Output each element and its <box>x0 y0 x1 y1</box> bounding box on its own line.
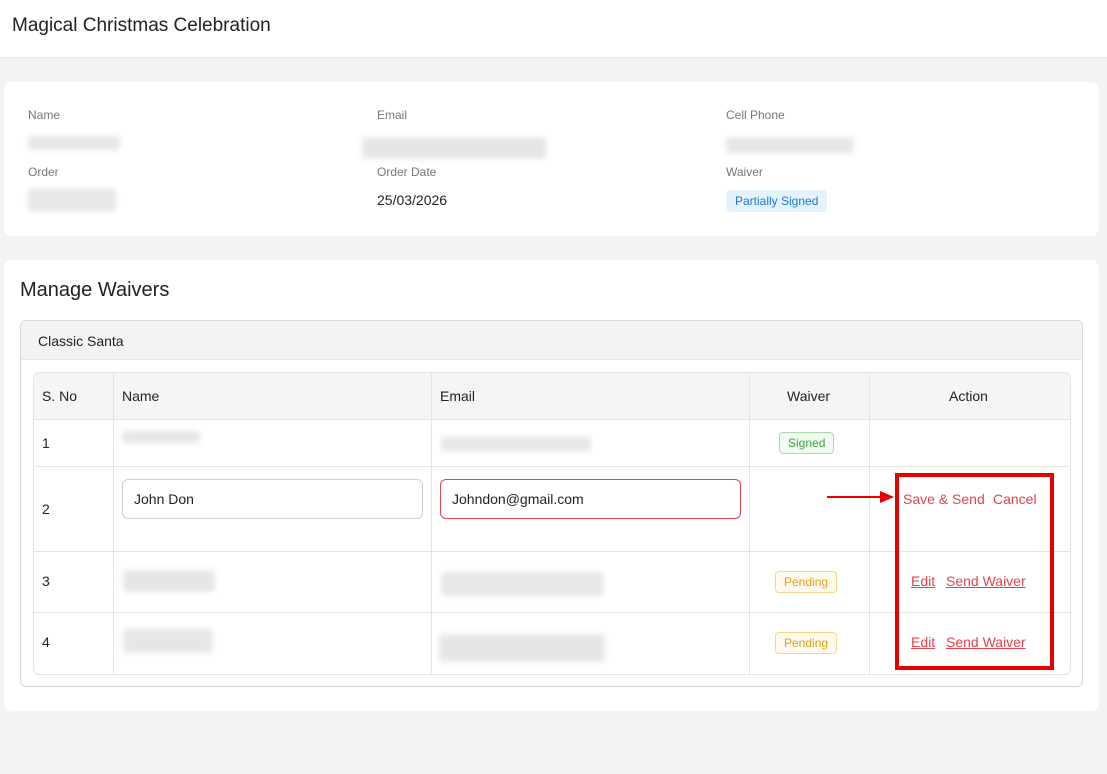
customer-info-card: Name Email Cell Phone Order Order Date 2… <box>4 82 1099 236</box>
table-header-row: S. No Name Email Waiver Action <box>34 373 1070 420</box>
manage-waivers-title: Manage Waivers <box>20 279 170 301</box>
product-name: Classic Santa <box>38 333 124 349</box>
waiver-status-badge: Signed <box>779 432 835 454</box>
column-waiver: Waiver <box>787 388 831 404</box>
waiver-status-badge: Partially Signed <box>726 190 828 212</box>
email-input[interactable]: Johndon@gmail.com <box>440 479 741 519</box>
waiver-label: Waiver <box>726 165 763 179</box>
top-bar: Magical Christmas Celebration <box>0 0 1107 58</box>
waiver-status-badge: Pending <box>775 632 838 654</box>
row-email-redacted <box>441 437 591 451</box>
cell-phone-value-redacted <box>726 137 854 153</box>
name-label: Name <box>28 108 61 122</box>
row-name-redacted <box>123 570 215 592</box>
product-header: Classic Santa <box>21 321 1082 360</box>
row-name-redacted <box>122 431 200 443</box>
row-sno: 3 <box>42 573 50 589</box>
order-value-redacted <box>28 189 116 211</box>
order-date-label: Order Date <box>377 165 437 179</box>
order-date-value: 25/03/2026 <box>377 192 448 208</box>
arrow-right-icon <box>827 491 894 503</box>
row-sno: 2 <box>42 501 50 517</box>
email-value-redacted <box>362 137 546 159</box>
row-sno: 4 <box>42 634 50 650</box>
row-email-redacted <box>441 572 603 596</box>
column-action: Action <box>949 388 988 404</box>
row-name-redacted <box>123 629 213 653</box>
highlight-box <box>895 473 1054 670</box>
email-label: Email <box>377 108 408 122</box>
order-label: Order <box>28 165 59 179</box>
column-name: Name <box>122 388 160 404</box>
column-sno: S. No <box>42 388 78 404</box>
waiver-status-badge: Pending <box>775 571 838 593</box>
cell-phone-label: Cell Phone <box>726 108 785 122</box>
name-value-redacted <box>28 136 120 150</box>
column-email: Email <box>440 388 476 404</box>
page-title: Magical Christmas Celebration <box>12 15 271 36</box>
name-input[interactable]: John Don <box>122 479 423 519</box>
row-email-redacted <box>439 634 605 662</box>
table-row: 1 Signed <box>34 420 1070 467</box>
row-sno: 1 <box>42 435 50 451</box>
